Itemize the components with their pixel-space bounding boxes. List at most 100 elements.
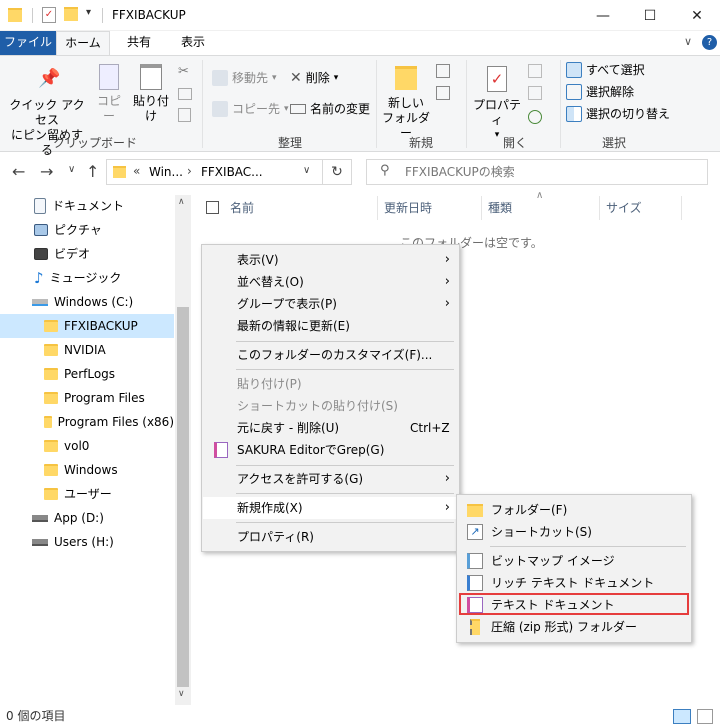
chevron-right-icon[interactable]: › <box>187 164 192 178</box>
move-to-button[interactable]: 移動先 ▾ <box>212 68 277 88</box>
nav-item-program-files[interactable]: Program Files <box>0 386 174 410</box>
open-icon[interactable] <box>528 64 542 78</box>
menu-item-view[interactable]: 表示(V) › <box>203 249 458 271</box>
submenu-label: ショートカット(S) <box>491 525 592 539</box>
close-button[interactable]: ✕ <box>674 0 720 31</box>
menu-item-paste-shortcut[interactable]: ショートカットの貼り付け(S) <box>203 395 458 417</box>
properties-quick-icon[interactable]: ✓ <box>42 7 56 23</box>
delete-button[interactable]: ✕ 削除 ▾ <box>290 68 338 88</box>
nav-item-pictures[interactable]: ピクチャ <box>0 218 174 242</box>
menu-item-refresh[interactable]: 最新の情報に更新(E) <box>203 315 458 337</box>
refresh-button[interactable]: ↻ <box>322 159 352 185</box>
chevron-up-icon[interactable]: ∧ <box>178 197 185 207</box>
select-all-checkbox[interactable] <box>206 201 219 214</box>
nav-item-videos[interactable]: ビデオ <box>0 242 174 266</box>
menu-item-group[interactable]: グループで表示(P) › <box>203 293 458 315</box>
recent-locations-icon[interactable]: ∨ <box>68 164 75 175</box>
menu-item-properties[interactable]: プロパティ(R) <box>203 526 458 548</box>
easy-access-icon[interactable] <box>436 86 450 100</box>
nav-item-perflogs[interactable]: PerfLogs <box>0 362 174 386</box>
new-folder-quick-icon[interactable] <box>64 7 78 21</box>
invert-selection-button[interactable]: 選択の切り替え <box>566 104 670 124</box>
properties-button[interactable]: ✓ プロパティ ▾ <box>470 66 524 143</box>
minimize-button[interactable]: — <box>580 0 626 31</box>
nav-item-users[interactable]: ユーザー <box>0 482 174 506</box>
tab-file[interactable]: ファイル <box>0 31 56 55</box>
select-none-button[interactable]: 選択解除 <box>566 82 634 102</box>
nav-item-documents[interactable]: ドキュメント <box>0 194 174 218</box>
address-box[interactable]: « Win... › FFXIBAC... ∨ <box>106 159 352 185</box>
nav-item-windows[interactable]: Windows <box>0 458 174 482</box>
folder-icon <box>113 166 126 178</box>
address-dropdown-icon[interactable]: ∨ <box>303 165 310 176</box>
cut-icon[interactable]: ✂ <box>178 64 189 79</box>
column-name[interactable]: 名前 <box>224 196 378 220</box>
navigation-pane: ドキュメント ピクチャ ビデオ ♪ ミュージック Windows (C:) FFX… <box>0 190 192 705</box>
address-segment-1[interactable]: Win... <box>149 165 183 179</box>
copy-button[interactable]: コピー <box>92 64 126 124</box>
context-menu: 表示(V) › 並べ替え(O) › グループで表示(P) › 最新の情報に更新(E) … <box>201 244 460 552</box>
chevron-down-icon[interactable]: ∨ <box>684 35 692 48</box>
new-folder-button[interactable]: 新しい フォルダー <box>382 66 430 141</box>
menu-item-sakura-grep[interactable]: SAKURA EditorでGrep(G) <box>203 439 458 461</box>
maximize-button[interactable]: ☐ <box>627 0 673 31</box>
submenu-item-shortcut[interactable]: ↗ ショートカット(S) <box>458 521 690 543</box>
back-arrow-icon[interactable]: ← <box>12 162 25 181</box>
large-icons-view-icon[interactable] <box>697 709 713 724</box>
bitmap-icon <box>467 553 483 569</box>
nav-scrollbar[interactable]: ∧ ∨ <box>175 195 191 705</box>
select-all-icon <box>566 62 582 78</box>
menu-separator <box>236 341 454 342</box>
tab-home[interactable]: ホーム <box>56 31 110 55</box>
submenu-item-zip[interactable]: 圧縮 (zip 形式) フォルダー <box>458 616 690 638</box>
address-overflow[interactable]: « <box>133 164 140 178</box>
nav-item-drive-h[interactable]: Users (H:) <box>0 530 174 554</box>
pictures-icon <box>34 224 48 236</box>
column-size[interactable]: サイズ <box>600 196 682 220</box>
address-segment-2[interactable]: FFXIBAC... <box>201 165 263 179</box>
menu-item-give-access[interactable]: アクセスを許可する(G) › <box>203 468 458 490</box>
column-date[interactable]: 更新日時 <box>378 196 482 220</box>
nav-item-ffxibackup[interactable]: FFXIBACKUP <box>0 314 174 338</box>
ribbon-tabs: ファイル ホーム 共有 表示 ∨ ? <box>0 31 720 55</box>
menu-item-undo[interactable]: 元に戻す - 削除(U) Ctrl+Z <box>203 417 458 439</box>
nav-item-drive-d[interactable]: App (D:) <box>0 506 174 530</box>
menu-item-customize[interactable]: このフォルダーのカスタマイズ(F)... <box>203 344 458 366</box>
menu-item-new[interactable]: 新規作成(X) › <box>203 497 458 519</box>
chevron-down-icon[interactable]: ∨ <box>178 689 185 699</box>
submenu-item-rtf[interactable]: リッチ テキスト ドキュメント <box>458 572 690 594</box>
rename-button[interactable]: 名前の変更 <box>290 99 370 119</box>
menu-item-sort[interactable]: 並べ替え(O) › <box>203 271 458 293</box>
nav-label: Users (H:) <box>54 535 114 549</box>
nav-item-nvidia[interactable]: NVIDIA <box>0 338 174 362</box>
paste-shortcut-icon[interactable] <box>178 108 191 122</box>
submenu-item-bitmap[interactable]: ビットマップ イメージ <box>458 550 690 572</box>
new-item-icon[interactable] <box>436 64 450 78</box>
nav-item-program-files-x86[interactable]: Program Files (x86) <box>0 410 174 434</box>
paste-button[interactable]: 貼り付け <box>128 64 174 124</box>
search-input[interactable]: FFXIBACKUPの検索 <box>366 159 708 185</box>
help-icon[interactable]: ? <box>702 35 717 50</box>
tab-share[interactable]: 共有 <box>116 31 162 55</box>
forward-arrow-icon[interactable]: → <box>40 162 53 181</box>
edit-icon[interactable] <box>528 86 542 100</box>
history-icon[interactable] <box>528 110 542 124</box>
scrollbar-thumb[interactable] <box>177 307 189 687</box>
tab-view[interactable]: 表示 <box>170 31 216 55</box>
folder-icon <box>44 368 58 380</box>
nav-item-vol0[interactable]: vol0 <box>0 434 174 458</box>
nav-item-music[interactable]: ♪ ミュージック <box>0 266 174 290</box>
copy-to-button[interactable]: コピー先 ▾ <box>212 99 289 119</box>
copy-path-icon[interactable] <box>178 88 192 100</box>
customize-quick-access-icon[interactable]: ▾ <box>86 7 91 18</box>
menu-separator <box>236 522 454 523</box>
nav-item-drive-c[interactable]: Windows (C:) <box>0 290 174 314</box>
submenu-item-folder[interactable]: フォルダー(F) <box>458 499 690 521</box>
item-count: 0 個の項目 <box>6 709 66 723</box>
select-all-button[interactable]: すべて選択 <box>566 60 645 80</box>
up-arrow-icon[interactable]: ↑ <box>86 162 99 181</box>
menu-item-paste[interactable]: 貼り付け(P) <box>203 373 458 395</box>
title-separator-2 <box>102 8 103 23</box>
menu-label: 最新の情報に更新(E) <box>237 319 350 333</box>
details-view-icon[interactable] <box>673 709 691 724</box>
